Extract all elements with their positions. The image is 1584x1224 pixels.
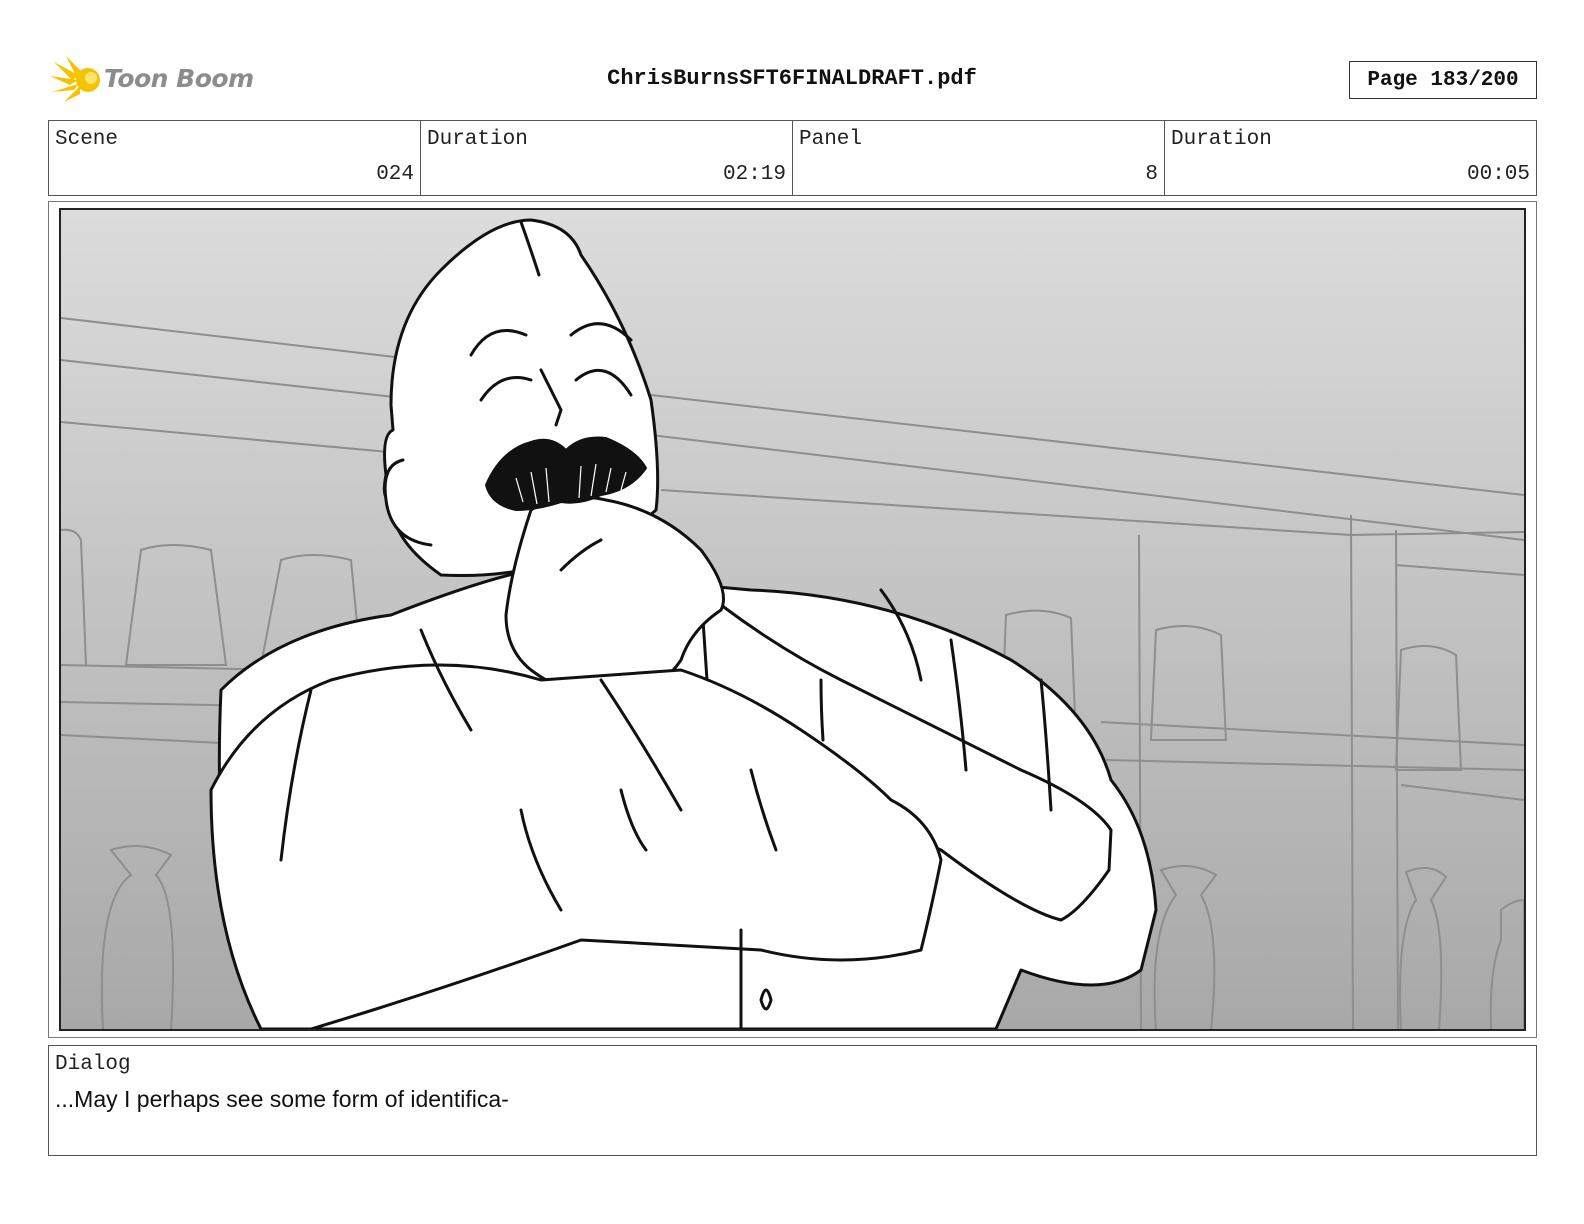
storyboard-drawing bbox=[61, 210, 1524, 1029]
panel-duration-label: Duration bbox=[1171, 128, 1272, 151]
panel-cell: Panel 8 bbox=[793, 121, 1165, 195]
scene-value: 024 bbox=[376, 163, 414, 186]
dialog-text: ...May I perhaps see some form of identi… bbox=[55, 1086, 509, 1112]
panel-duration-cell: Duration 00:05 bbox=[1165, 121, 1536, 195]
document-title: ChrisBurnsSFT6FINALDRAFT.pdf bbox=[607, 66, 977, 91]
scene-duration-cell: Duration 02:19 bbox=[421, 121, 793, 195]
dialog-box: Dialog ...May I perhaps see some form of… bbox=[48, 1045, 1537, 1156]
dialog-label: Dialog bbox=[55, 1053, 131, 1076]
scene-label: Scene bbox=[55, 128, 119, 151]
scene-duration-value: 02:19 bbox=[722, 163, 786, 186]
page-indicator: Page 183/200 bbox=[1349, 61, 1537, 99]
panel-info-row: Scene 024 Duration 02:19 Panel 8 Duratio… bbox=[48, 120, 1537, 196]
storyboard-panel-image bbox=[59, 208, 1526, 1031]
scene-duration-label: Duration bbox=[427, 128, 528, 151]
panel-label: Panel bbox=[799, 128, 863, 151]
panel-value: 8 bbox=[1145, 163, 1158, 186]
panel-duration-value: 00:05 bbox=[1466, 163, 1530, 186]
scene-cell: Scene 024 bbox=[49, 121, 421, 195]
